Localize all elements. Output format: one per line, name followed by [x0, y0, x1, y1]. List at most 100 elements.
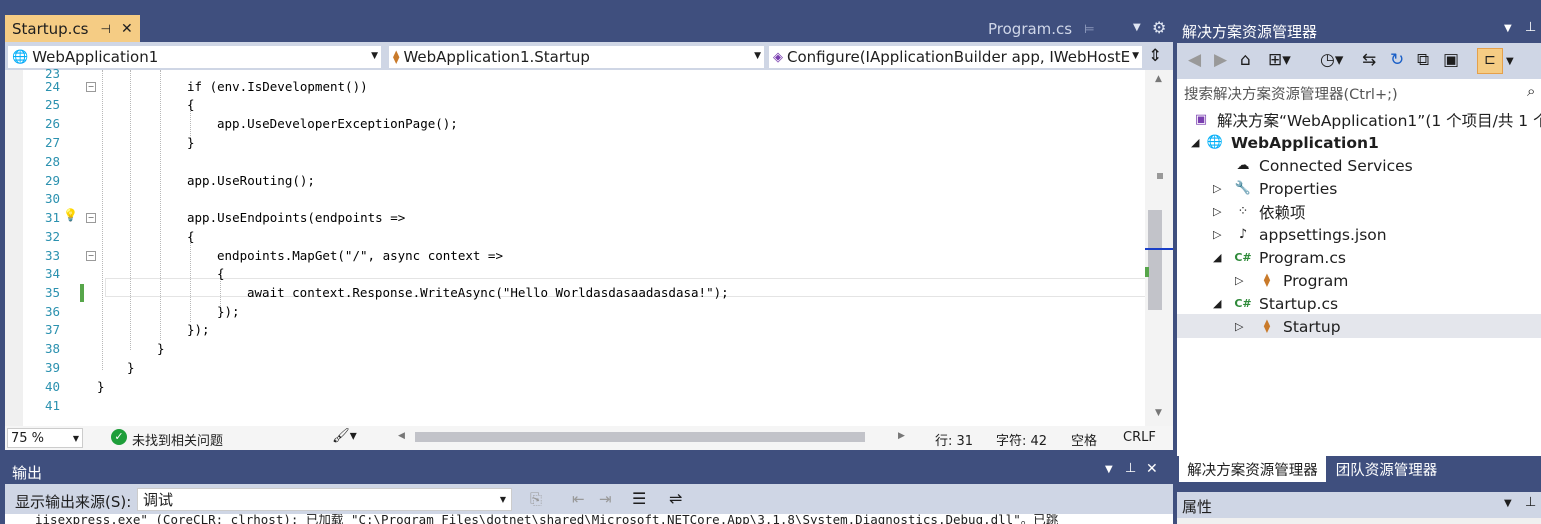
code-line[interactable]: } — [157, 341, 165, 356]
code-line[interactable]: endpoints.MapGet("/", async context => — [217, 248, 503, 263]
editor-vertical-scrollbar[interactable]: ▲ ▼ — [1145, 70, 1173, 426]
collapsed-icon[interactable]: ▷ — [1213, 182, 1233, 195]
brush-icon[interactable]: 🖌▾ — [332, 428, 357, 444]
tree-item-program-class[interactable]: ▷ ⧫ Program — [1235, 269, 1348, 292]
whitespace-indicator[interactable]: 空格 — [1071, 430, 1097, 449]
output-source-dropdown[interactable]: 调试 ▼ — [137, 488, 512, 511]
scroll-right-icon[interactable]: ▶ — [898, 431, 905, 441]
collapse-all-icon[interactable]: ⧉ — [1417, 50, 1429, 70]
scroll-down-icon[interactable]: ▼ — [1155, 408, 1162, 418]
tree-item-startup-cs[interactable]: ◢ C# Startup.cs — [1213, 292, 1338, 315]
line-ending-indicator[interactable]: CRLF — [1123, 430, 1156, 445]
tab-list-dropdown-icon[interactable]: ▼ — [1133, 22, 1141, 33]
tree-item-startup-class[interactable]: ▷ ⧫ Startup — [1235, 315, 1341, 338]
switch-views-icon[interactable]: ⊞▾ — [1268, 50, 1291, 70]
pin-icon[interactable]: ⊥ — [1525, 20, 1536, 35]
chevron-down-icon: ▼ — [1132, 51, 1139, 61]
code-line[interactable]: app.UseDeveloperExceptionPage(); — [217, 116, 458, 131]
chevron-down-icon[interactable]: ▼ — [1504, 23, 1512, 34]
tab-team-explorer[interactable]: 团队资源管理器 — [1329, 456, 1444, 482]
class-dropdown-value: WebApplication1.Startup — [403, 48, 590, 66]
method-icon: ◈ — [773, 49, 783, 65]
code-line[interactable]: } — [187, 135, 195, 150]
tree-item-appsettings[interactable]: ▷ ♪ appsettings.json — [1213, 223, 1387, 246]
issues-status[interactable]: 未找到相关问题 — [132, 430, 223, 449]
chevron-down-icon[interactable]: ▼ — [1504, 498, 1512, 509]
tree-item-project[interactable]: ◢ 🌐 WebApplication1 — [1191, 131, 1379, 154]
solution-explorer-search[interactable]: 搜索解决方案资源管理器(Ctrl+;) ⌕ — [1177, 78, 1541, 106]
fold-collapse-icon[interactable]: − — [86, 251, 96, 261]
fold-collapse-icon[interactable]: − — [86, 82, 96, 92]
tree-item-properties[interactable]: ▷ 🔧 Properties — [1213, 177, 1337, 200]
code-line[interactable]: { — [187, 97, 195, 112]
prev-message-icon[interactable]: ⇤ — [572, 490, 585, 508]
char-indicator[interactable]: 字符: 42 — [996, 430, 1047, 449]
code-editor[interactable] — [5, 70, 1145, 426]
code-line[interactable]: }); — [217, 304, 240, 319]
project-dropdown[interactable]: 🌐 WebApplication1 ▼ — [7, 45, 382, 69]
expanded-icon[interactable]: ◢ — [1191, 136, 1205, 149]
word-wrap-icon[interactable]: ⇌ — [669, 489, 682, 508]
lightbulb-icon[interactable]: 💡 — [63, 208, 78, 222]
expanded-icon[interactable]: ◢ — [1213, 297, 1233, 310]
collapsed-icon[interactable]: ▷ — [1213, 205, 1233, 218]
zoom-dropdown[interactable]: 75 % ▼ — [7, 428, 83, 448]
close-icon[interactable]: ✕ — [121, 21, 133, 37]
preview-selected-icon[interactable]: ⊏ — [1477, 48, 1503, 74]
split-window-icon[interactable]: ⇕ — [1148, 46, 1162, 66]
tree-item-solution[interactable]: ▣ 解决方案“WebApplication1”(1 个项目/共 1 个) — [1191, 108, 1541, 131]
class-dropdown[interactable]: ⧫ WebApplication1.Startup ▼ — [388, 45, 765, 69]
scroll-up-icon[interactable]: ▲ — [1155, 74, 1162, 84]
tab-startup-cs[interactable]: Startup.cs ⊣ ✕ — [5, 15, 140, 42]
collapsed-icon[interactable]: ▷ — [1235, 274, 1257, 287]
code-line[interactable]: } — [127, 360, 135, 375]
fold-collapse-icon[interactable]: − — [86, 213, 96, 223]
code-line[interactable]: } — [97, 379, 105, 394]
search-icon[interactable]: ⌕ — [1527, 82, 1535, 100]
chevron-down-icon[interactable]: ▼ — [1506, 56, 1514, 67]
tree-item-connected-services[interactable]: ☁ Connected Services — [1233, 154, 1413, 177]
pin-icon[interactable]: ⊥ — [1525, 495, 1536, 510]
pin-icon[interactable]: ⊣ — [101, 22, 111, 36]
close-icon[interactable]: ✕ — [1146, 461, 1158, 477]
output-text-area[interactable]: iisexpress.exe" (CoreCLR: clrhost): 已加载 … — [5, 514, 1173, 524]
back-icon[interactable]: ◀ — [1188, 50, 1201, 70]
tree-item-dependencies[interactable]: ▷ ⁘ 依赖项 — [1213, 200, 1306, 223]
tab-solution-explorer[interactable]: 解决方案资源管理器 — [1179, 456, 1326, 482]
collapsed-icon[interactable]: ▷ — [1213, 228, 1233, 241]
go-to-error-icon[interactable]: ⎘ — [530, 490, 542, 508]
line-indicator[interactable]: 行: 31 — [935, 430, 973, 449]
scroll-thumb[interactable] — [1148, 210, 1162, 310]
next-message-icon[interactable]: ⇥ — [599, 490, 612, 508]
expanded-icon[interactable]: ◢ — [1213, 251, 1233, 264]
tab-label: 团队资源管理器 — [1335, 462, 1438, 479]
clear-all-icon[interactable]: ☰ — [632, 489, 646, 508]
show-all-files-icon[interactable]: ▣ — [1443, 50, 1459, 70]
code-line[interactable]: { — [187, 229, 195, 244]
pending-changes-icon[interactable]: ◷▾ — [1320, 50, 1343, 70]
home-icon[interactable]: ⌂ — [1240, 50, 1251, 70]
pin-icon[interactable]: ⊨ — [1084, 22, 1094, 36]
scroll-left-icon[interactable]: ◀ — [398, 431, 405, 441]
code-line[interactable]: }); — [187, 322, 210, 337]
horizontal-scroll-thumb[interactable] — [415, 432, 865, 442]
gear-icon[interactable]: ⚙ — [1152, 18, 1166, 37]
code-line[interactable]: app.UseRouting(); — [187, 173, 315, 188]
forward-icon[interactable]: ▶ — [1214, 50, 1227, 70]
code-line[interactable]: app.UseEndpoints(endpoints => — [187, 210, 405, 225]
refresh-icon[interactable]: ↻ — [1390, 50, 1404, 70]
code-line[interactable]: { — [217, 266, 225, 281]
line-number: 35 — [44, 285, 60, 300]
pin-icon[interactable]: ⊥ — [1125, 461, 1136, 476]
caret-position-marker — [1145, 248, 1173, 250]
collapsed-icon[interactable]: ▷ — [1235, 320, 1257, 333]
chevron-down-icon[interactable]: ▼ — [1105, 464, 1113, 475]
code-line[interactable]: if (env.IsDevelopment()) — [187, 79, 368, 94]
tree-item-program-cs[interactable]: ◢ C# Program.cs — [1213, 246, 1346, 269]
member-dropdown[interactable]: ◈ Configure(IApplicationBuilder app, IWe… — [768, 45, 1143, 69]
output-toolbar: 显示输出来源(S): 调试 ▼ ⎘ ⇤ ⇥ ☰ ⇌ — [5, 484, 1173, 514]
sync-icon[interactable]: ⇆ — [1362, 50, 1376, 70]
line-number: 33 — [44, 248, 60, 263]
code-line[interactable]: await context.Response.WriteAsync("Hello… — [247, 285, 729, 300]
tab-program-cs[interactable]: Program.cs ⊨ — [980, 17, 1130, 41]
